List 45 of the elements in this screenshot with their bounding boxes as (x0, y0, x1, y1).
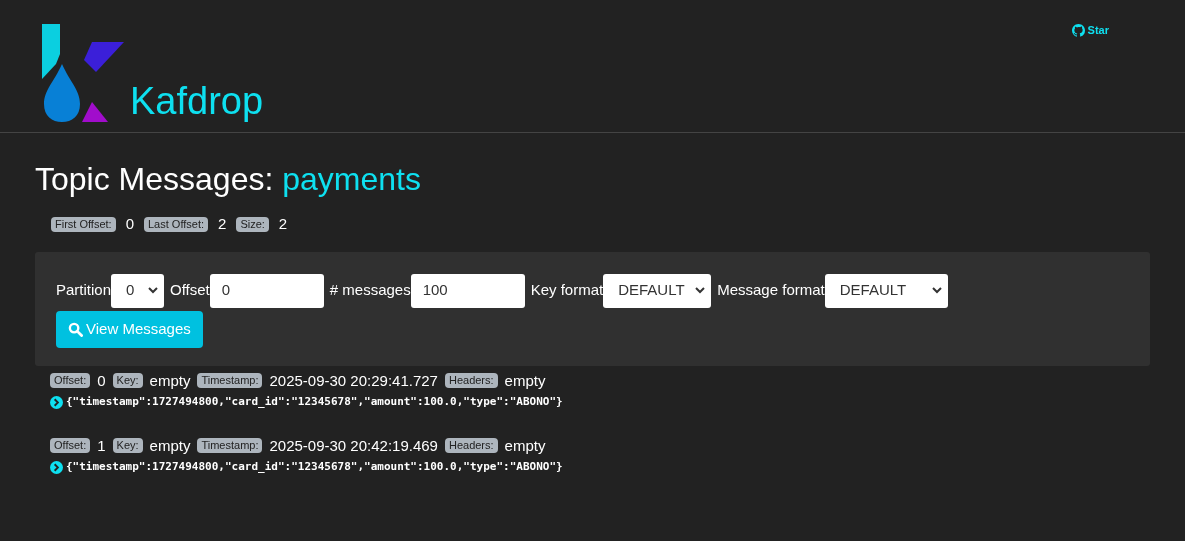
github-icon (1071, 23, 1085, 37)
field-label: Offset: (50, 438, 91, 454)
message-field-value: 0 (97, 370, 106, 391)
field-label: Headers: (444, 373, 498, 389)
field-label: # messages (329, 280, 411, 301)
message-body: {"timestamp":1727494800,"card_id":"12345678","amount":100.0,"type":"ABONO"} (66, 459, 563, 475)
input-field[interactable]: 0 (209, 273, 324, 308)
search-icon (68, 321, 83, 337)
field-label: Offset: (50, 373, 91, 389)
field-label: Headers: (444, 438, 498, 454)
message-field-value: empty (504, 370, 546, 391)
stat-value: 2 (278, 214, 288, 234)
stat-value: 0 (125, 214, 134, 234)
select-field[interactable]: 0 (111, 273, 165, 308)
field-label: Message format (717, 280, 825, 301)
chevron-icon (695, 287, 706, 294)
message-field-value: 2025-09-30 20:29:41.727 (269, 370, 438, 391)
star-link[interactable]: Star (1071, 22, 1109, 38)
expand-icon[interactable] (50, 395, 63, 409)
expand-icon[interactable] (50, 460, 63, 474)
field-label: Timestamp: (197, 373, 263, 389)
stat-value: 2 (218, 214, 227, 234)
field-label: Offset (170, 280, 210, 301)
input-field[interactable]: 100 (410, 273, 525, 308)
field-label: Key format (530, 280, 604, 301)
page-title: Topic Messages: payments (35, 160, 422, 199)
field-label: Last Offset: (144, 216, 209, 232)
message-field-value: empty (504, 435, 546, 456)
app-title: Kafdrop (130, 82, 264, 120)
logo-icon (40, 24, 124, 122)
message-field-value: empty (149, 370, 191, 391)
message-field-value: 2025-09-30 20:42:19.469 (269, 435, 438, 456)
field-label: First Offset: (51, 216, 116, 232)
field-label: Size: (236, 216, 269, 232)
select-field[interactable]: DEFAULT (603, 273, 712, 308)
message-field-value: empty (149, 435, 191, 456)
field-label: Key: (112, 373, 143, 389)
field-label: Partition (56, 280, 112, 301)
field-label: Timestamp: (197, 438, 263, 454)
chevron-icon (931, 287, 942, 294)
chevron-icon (148, 287, 159, 294)
message-field-value: 1 (97, 435, 106, 456)
message-body: {"timestamp":1727494800,"card_id":"12345678","amount":100.0,"type":"ABONO"} (66, 394, 563, 410)
field-label: Key: (112, 438, 143, 454)
select-field[interactable]: DEFAULT (824, 273, 948, 308)
